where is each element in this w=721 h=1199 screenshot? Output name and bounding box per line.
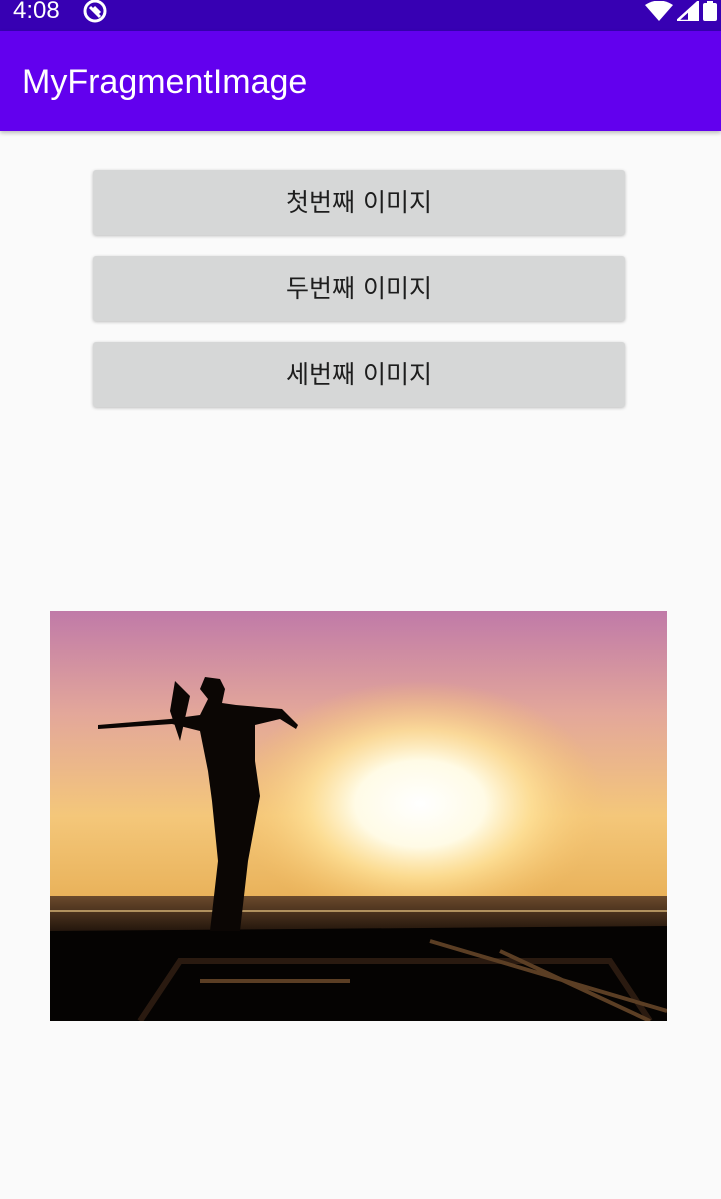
third-image-button[interactable]: 세번째 이미지 xyxy=(93,342,625,407)
status-icons xyxy=(645,1,717,21)
app-title: MyFragmentImage xyxy=(22,63,308,101)
app-bar: MyFragmentImage xyxy=(0,31,721,131)
second-image-button[interactable]: 두번째 이미지 xyxy=(93,256,625,321)
battery-icon xyxy=(703,1,717,21)
sunset-silhouette-image xyxy=(50,611,667,1021)
fragment-image xyxy=(50,611,667,1021)
status-bar: 4:08 xyxy=(0,0,721,31)
first-image-button[interactable]: 첫번째 이미지 xyxy=(93,170,625,235)
status-time: 4:08 xyxy=(13,0,60,24)
cell-signal-icon xyxy=(677,1,699,21)
wifi-icon xyxy=(645,1,673,21)
notification-app-icon xyxy=(83,0,107,23)
